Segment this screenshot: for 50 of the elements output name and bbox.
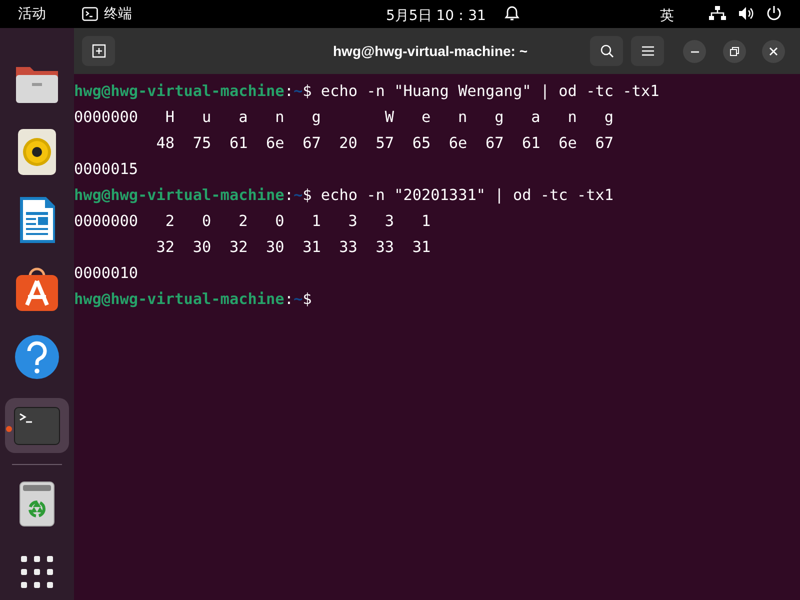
document-icon: [17, 196, 57, 244]
prompt-user-host: hwg@hwg-virtual-machine: [74, 185, 284, 206]
menu-button[interactable]: [631, 36, 664, 66]
clock[interactable]: 5月5日 10：31: [386, 6, 486, 27]
command-text: echo -n "20201331" | od -tc -tx1: [320, 185, 614, 206]
power-icon[interactable]: [766, 5, 782, 21]
close-icon: [769, 47, 778, 56]
output-line: 48 75 61 6e 67 20 57 65 6e 67 61 6e 67: [155, 133, 614, 154]
minimize-button[interactable]: [683, 40, 706, 63]
menu-icon: [642, 46, 654, 56]
output-line: 0000015: [74, 159, 138, 180]
window-title: hwg@hwg-virtual-machine: ~: [333, 42, 528, 61]
prompt-symbol: $: [302, 185, 312, 206]
search-button[interactable]: [590, 36, 623, 66]
maximize-button[interactable]: [723, 40, 746, 63]
prompt-separator: :: [284, 81, 294, 102]
prompt-path: ~: [293, 81, 303, 102]
speaker-icon: [17, 128, 57, 176]
minimize-icon: [690, 50, 698, 52]
terminal-area[interactable]: [74, 74, 800, 600]
bell-icon[interactable]: [504, 5, 520, 22]
input-method-indicator[interactable]: 英: [660, 6, 674, 27]
prompt-separator: :: [284, 185, 294, 206]
output-line: 0000000 H u a n g W e n g a n g: [74, 107, 614, 128]
volume-icon[interactable]: [738, 6, 754, 21]
output-line: 32 30 32 30 31 33 33 31: [155, 237, 431, 258]
activities-button[interactable]: 活动: [18, 4, 46, 24]
output-line: 0000000 2 0 2 0 1 3 3 1: [74, 211, 431, 232]
prompt-separator: :: [284, 289, 294, 310]
close-button[interactable]: [762, 40, 785, 63]
recycle-bin-icon: [19, 480, 55, 527]
prompt-symbol: $: [302, 81, 312, 102]
shopping-bag-icon: [14, 266, 60, 312]
help-icon: [14, 334, 60, 380]
app-name[interactable]: 终端: [104, 4, 132, 24]
prompt-user-host: hwg@hwg-virtual-machine: [74, 81, 284, 102]
prompt-user-host: hwg@hwg-virtual-machine: [74, 289, 284, 310]
command-text: echo -n "Huang Wengang" | od -tc -tx1: [320, 81, 660, 102]
terminal-icon: [14, 406, 60, 445]
new-tab-icon: [92, 44, 106, 58]
app-grid-icon: [21, 556, 53, 588]
prompt-symbol: $: [302, 289, 312, 310]
new-tab-button[interactable]: [82, 36, 115, 66]
network-icon[interactable]: [709, 6, 726, 21]
prompt-path: ~: [293, 185, 303, 206]
prompt-path: ~: [293, 289, 303, 310]
terminal-icon: [82, 7, 98, 21]
output-line: 0000010: [74, 263, 138, 284]
search-icon: [600, 44, 614, 58]
maximize-icon: [730, 47, 739, 56]
